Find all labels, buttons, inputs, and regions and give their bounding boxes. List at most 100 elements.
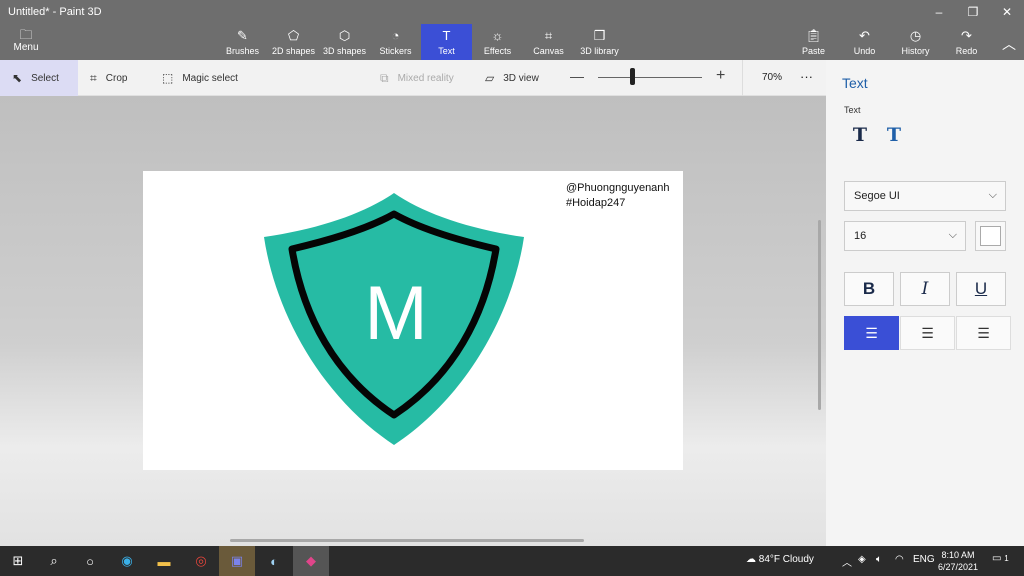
undo-button[interactable]: ↶ Undo xyxy=(839,24,890,60)
watermark-text[interactable]: @Phuongnguyenanh #Hoidap247 xyxy=(566,181,670,211)
menu-label: Menu xyxy=(13,42,39,53)
shield-letter: M xyxy=(364,271,427,356)
tab-label: Text xyxy=(438,46,455,56)
3d-view-icon: ▱ xyxy=(485,71,495,85)
3d-view-button[interactable]: ▱ 3D view xyxy=(485,60,539,96)
history-button[interactable]: ◷ History xyxy=(890,24,941,60)
underline-button[interactable]: U xyxy=(956,272,1006,306)
font-family-value: Segoe UI xyxy=(854,190,900,202)
history-icon: ◷ xyxy=(909,28,922,43)
tab-text[interactable]: T Text xyxy=(421,24,472,60)
notification-count: 1 xyxy=(1004,554,1009,563)
menu-button[interactable]: 🗀 Menu xyxy=(8,28,44,54)
font-size-select[interactable]: 16 ⌵ xyxy=(844,221,966,251)
3d-library-icon: ❒ xyxy=(593,28,606,43)
2d-text-button[interactable]: T xyxy=(846,122,874,148)
align-center-button[interactable]: ☰ xyxy=(900,316,955,350)
task-view-button[interactable]: ○ xyxy=(72,546,108,576)
paint-icon: ◐ xyxy=(270,553,278,569)
crop-button[interactable]: ⌗ Crop xyxy=(90,60,127,96)
zoom-value[interactable]: 70% xyxy=(762,72,782,83)
horizontal-scrollbar[interactable] xyxy=(230,539,584,542)
more-options-button[interactable]: ··· xyxy=(800,69,813,84)
zoom-in-button[interactable]: + xyxy=(716,67,725,85)
font-family-select[interactable]: Segoe UI ⌵ xyxy=(844,181,1006,211)
taskbar-file-explorer[interactable]: ▬ xyxy=(146,546,182,576)
text-icon: T xyxy=(442,28,451,43)
panel-subtitle: Text xyxy=(844,105,861,115)
tab-canvas[interactable]: ⌗ Canvas xyxy=(523,24,574,60)
ribbon-tabs: ✎ Brushes ⬠ 2D shapes ⬡ 3D shapes ◔ Stic… xyxy=(217,24,625,60)
cloud-icon: ☁ xyxy=(746,554,756,565)
tab-label: Brushes xyxy=(225,46,260,56)
zoom-slider-track[interactable] xyxy=(598,77,702,78)
zoom-out-button[interactable]: — xyxy=(570,68,584,84)
3d-view-label: 3D view xyxy=(503,72,539,84)
tab-effects[interactable]: ☼ Effects xyxy=(472,24,523,60)
align-right-button[interactable]: ☰ xyxy=(956,316,1011,350)
chrome-icon: ◎ xyxy=(195,553,207,568)
watermark-line-1: @Phuongnguyenanh xyxy=(566,182,670,194)
collapse-ribbon-icon[interactable]: ︿ xyxy=(1002,34,1016,54)
tab-3d-library[interactable]: ❒ 3D library xyxy=(574,24,625,60)
shield-logo[interactable]: M xyxy=(263,191,525,447)
taskbar-edge[interactable]: ◉ xyxy=(109,546,145,576)
tab-2d-shapes[interactable]: ⬠ 2D shapes xyxy=(268,24,319,60)
minimize-button[interactable]: – xyxy=(922,0,956,24)
mixed-reality-button[interactable]: ⧉ Mixed reality xyxy=(380,60,454,96)
taskbar-paint[interactable]: ◐ xyxy=(256,546,292,576)
stickers-icon: ◔ xyxy=(391,28,400,43)
weather-text: 84°F Cloudy xyxy=(758,554,814,565)
start-button[interactable]: ⊞ xyxy=(0,546,36,576)
notifications-button[interactable]: ▭ 1 xyxy=(992,553,1009,564)
chevron-down-icon: ⌵ xyxy=(948,229,957,241)
panel-title: Text xyxy=(842,75,868,91)
canvas[interactable]: @Phuongnguyenanh #Hoidap247 M xyxy=(143,171,683,470)
notification-icon: ▭ xyxy=(992,553,1002,564)
italic-button[interactable]: I xyxy=(900,272,950,306)
clock-time: 8:10 AM xyxy=(941,550,975,560)
tab-label: Canvas xyxy=(533,46,564,56)
taskbar-chrome[interactable]: ◎ xyxy=(183,546,219,576)
magic-select-icon: ⬚ xyxy=(162,71,174,85)
weather-widget[interactable]: ☁ 84°F Cloudy xyxy=(746,554,814,565)
redo-button[interactable]: ↷ Redo xyxy=(941,24,992,60)
align-left-button[interactable]: ☰ xyxy=(844,316,899,350)
volume-icon[interactable]: 🔈︎ xyxy=(876,554,882,565)
undo-icon: ↶ xyxy=(859,28,870,43)
history-label: History xyxy=(901,46,930,56)
tab-stickers[interactable]: ◔ Stickers xyxy=(370,24,421,60)
tray-overflow-icon[interactable]: ︿ xyxy=(842,554,852,569)
restore-button[interactable]: ❐ xyxy=(956,0,990,24)
taskbar-paint-3d[interactable]: ◆ xyxy=(293,546,329,576)
search-button[interactable]: ⌕ xyxy=(36,546,72,576)
clock[interactable]: 8:10 AM 6/27/2021 xyxy=(938,549,978,573)
workspace[interactable]: @Phuongnguyenanh #Hoidap247 M xyxy=(0,96,826,546)
crop-icon: ⌗ xyxy=(90,70,97,85)
select-button[interactable]: ⬉ Select xyxy=(0,60,78,96)
watermark-line-2: #Hoidap247 xyxy=(566,197,626,209)
close-button[interactable]: ✕ xyxy=(990,0,1024,24)
ribbon: Untitled* - Paint 3D – ❐ ✕ 🗀 Menu ✎ Brus… xyxy=(0,0,1024,60)
wifi-icon[interactable]: ◠ xyxy=(895,554,904,565)
language-indicator[interactable]: ENG xyxy=(913,554,935,565)
zoom-slider-thumb[interactable] xyxy=(630,68,635,85)
tab-brushes[interactable]: ✎ Brushes xyxy=(217,24,268,60)
text-color-picker[interactable] xyxy=(975,221,1006,251)
crop-label: Crop xyxy=(105,72,128,84)
canvas-icon: ⌗ xyxy=(544,28,553,43)
redo-label: Redo xyxy=(955,46,978,56)
magic-select-button[interactable]: ⬚ Magic select xyxy=(162,60,238,96)
paste-button[interactable]: 📋︎ Paste xyxy=(788,24,839,60)
network-status-icon[interactable]: ◈ xyxy=(858,554,866,565)
mixed-reality-icon: ⧉ xyxy=(380,70,389,85)
select-label: Select xyxy=(31,72,59,84)
chevron-down-icon: ⌵ xyxy=(988,189,997,201)
tab-3d-shapes[interactable]: ⬡ 3D shapes xyxy=(319,24,370,60)
tab-label: Stickers xyxy=(379,46,412,56)
vertical-scrollbar[interactable] xyxy=(818,220,821,410)
3d-text-button[interactable]: T xyxy=(880,122,908,148)
taskbar-teams[interactable]: ▣ xyxy=(219,546,255,576)
tab-label: 2D shapes xyxy=(271,46,316,56)
bold-button[interactable]: B xyxy=(844,272,894,306)
